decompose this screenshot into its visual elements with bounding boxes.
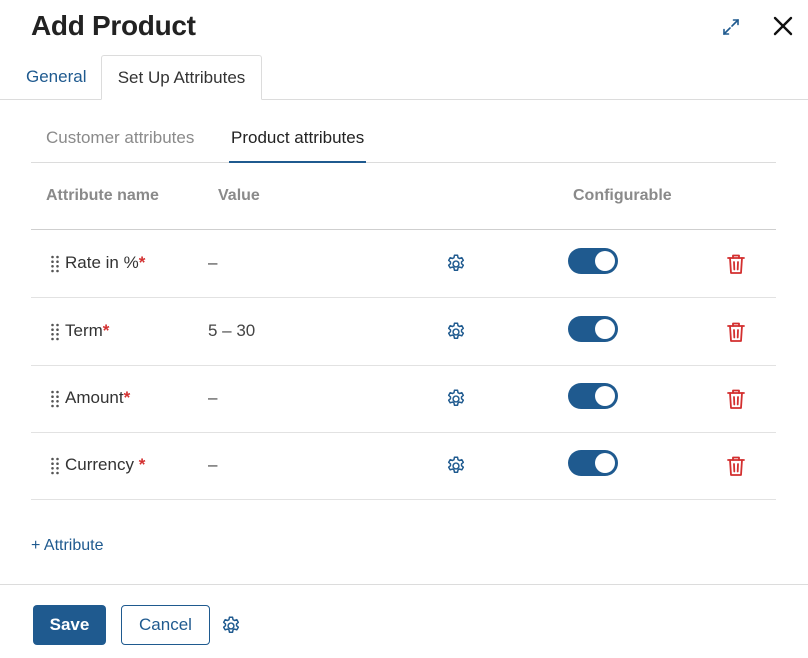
- expand-icon[interactable]: [718, 14, 744, 40]
- drag-handle-icon[interactable]: [50, 322, 60, 342]
- attribute-value: –: [208, 455, 218, 474]
- attribute-name: Rate in %*: [65, 253, 146, 272]
- gear-icon[interactable]: [445, 253, 467, 275]
- attribute-value: –: [208, 388, 218, 407]
- dialog-title: Add Product: [31, 10, 196, 41]
- required-mark: *: [102, 321, 110, 340]
- table-header: Attribute name Value Configurable: [31, 163, 776, 230]
- save-button[interactable]: Save: [33, 605, 106, 645]
- dialog-footer: Save Cancel: [0, 584, 808, 658]
- tab-product-attributes[interactable]: Product attributes: [229, 120, 367, 163]
- attribute-name: Amount*: [65, 388, 131, 407]
- gear-icon[interactable]: [445, 321, 467, 343]
- column-header-configurable: Configurable: [573, 187, 672, 204]
- required-mark: *: [138, 253, 146, 272]
- close-icon[interactable]: [769, 12, 797, 40]
- toggle-knob: [595, 251, 615, 271]
- toggle-knob: [595, 386, 615, 406]
- configurable-toggle[interactable]: [568, 383, 618, 409]
- table-row: Currency * –: [31, 432, 776, 500]
- tab-set-up-attributes[interactable]: Set Up Attributes: [101, 55, 262, 100]
- toggle-knob: [595, 319, 615, 339]
- table-row: Amount* –: [31, 365, 776, 433]
- cancel-button[interactable]: Cancel: [121, 605, 210, 645]
- trash-icon[interactable]: [726, 455, 746, 477]
- attribute-value: 5 – 30: [208, 321, 256, 340]
- required-mark: *: [123, 388, 131, 407]
- drag-handle-icon[interactable]: [50, 254, 60, 274]
- dialog-tabs: General Set Up Attributes: [0, 55, 808, 100]
- trash-icon[interactable]: [726, 388, 746, 410]
- attribute-name: Currency *: [65, 455, 146, 474]
- configurable-toggle[interactable]: [568, 450, 618, 476]
- add-attribute-link[interactable]: + Attribute: [31, 537, 104, 555]
- tab-general[interactable]: General: [26, 55, 86, 100]
- gear-icon[interactable]: [445, 455, 467, 477]
- tab-customer-attributes[interactable]: Customer attributes: [46, 120, 194, 163]
- attribute-name: Term*: [65, 321, 110, 340]
- configurable-toggle[interactable]: [568, 248, 618, 274]
- attribute-value: –: [208, 253, 218, 272]
- toggle-knob: [595, 453, 615, 473]
- attribute-type-tabs: Customer attributes Product attributes: [31, 120, 776, 163]
- column-header-attribute-name: Attribute name: [46, 187, 159, 204]
- required-mark: *: [138, 455, 146, 474]
- gear-icon[interactable]: [220, 615, 242, 637]
- table-row: Rate in %* –: [31, 230, 776, 298]
- drag-handle-icon[interactable]: [50, 389, 60, 409]
- drag-handle-icon[interactable]: [50, 456, 60, 476]
- gear-icon[interactable]: [445, 388, 467, 410]
- configurable-toggle[interactable]: [568, 316, 618, 342]
- column-header-value: Value: [218, 187, 260, 204]
- trash-icon[interactable]: [726, 321, 746, 343]
- trash-icon[interactable]: [726, 253, 746, 275]
- table-row: Term* 5 – 30: [31, 298, 776, 366]
